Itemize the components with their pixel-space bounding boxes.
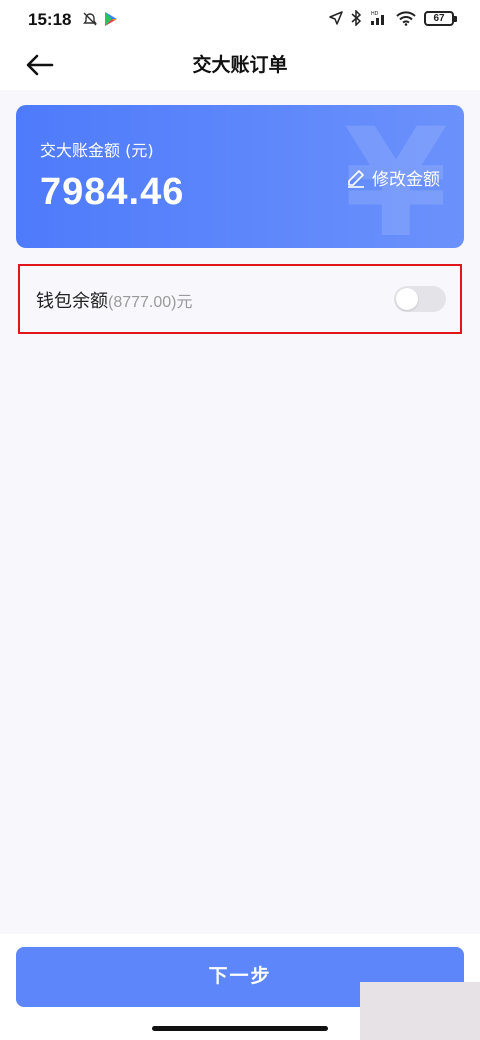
play-store-icon <box>105 12 117 26</box>
modify-amount-button[interactable]: 修改金额 <box>346 165 440 190</box>
wallet-balance-value: (8777.00) <box>108 294 177 311</box>
nav-bar: 交大账订单 <box>0 40 480 90</box>
battery-icon: 67 <box>424 10 457 26</box>
amount-card: ¥ 交大账金额 (元) 7984.46 修改金额 <box>16 105 464 248</box>
signal-hd-icon: HD <box>371 11 384 25</box>
home-indicator[interactable] <box>152 1026 328 1031</box>
toggle-knob <box>396 288 418 310</box>
page-title: 交大账订单 <box>192 54 288 76</box>
wallet-label-group: 钱包余额(8777.00)元 <box>36 287 193 313</box>
wallet-balance-row: 钱包余额(8777.00)元 <box>18 264 462 334</box>
mute-alarm-icon <box>83 12 97 26</box>
bluetooth-icon <box>351 10 362 26</box>
status-bar: 15:18 HD 67 <box>0 0 480 40</box>
wallet-toggle[interactable] <box>394 286 446 312</box>
svg-text:HD: HD <box>371 11 379 17</box>
wifi-icon <box>396 10 416 26</box>
status-time: 15:18 <box>28 10 72 29</box>
amount-label: 交大账金额 (元) <box>40 141 154 160</box>
wallet-balance-unit: 元 <box>176 292 193 311</box>
location-icon <box>329 11 343 25</box>
status-left-icons <box>82 11 118 27</box>
status-right-icons: HD 67 <box>329 10 457 26</box>
edit-pencil-icon <box>348 169 364 188</box>
wallet-label: 钱包余额 <box>36 291 108 312</box>
modify-amount-label: 修改金额 <box>372 170 440 190</box>
amount-value: 7984.46 <box>40 171 185 213</box>
corner-overlay <box>360 982 480 1040</box>
